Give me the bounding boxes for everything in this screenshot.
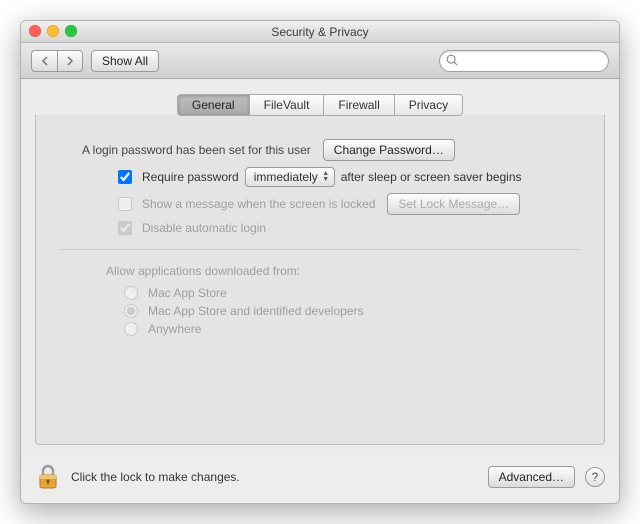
search-wrap bbox=[439, 50, 609, 72]
show-all-label: Show All bbox=[102, 54, 148, 68]
tab-firewall[interactable]: Firewall bbox=[323, 94, 394, 116]
content: General FileVault Firewall Privacy A log… bbox=[21, 79, 619, 455]
general-panel: A login password has been set for this u… bbox=[35, 115, 605, 445]
show-message-checkbox bbox=[118, 197, 132, 211]
advanced-label: Advanced… bbox=[499, 470, 564, 484]
tab-label: Firewall bbox=[338, 98, 379, 112]
gatekeeper-option-mas: Mac App Store bbox=[124, 286, 582, 300]
gatekeeper-radio-anywhere bbox=[124, 322, 138, 336]
tab-label: General bbox=[192, 98, 235, 112]
gatekeeper-section: Allow applications downloaded from: Mac … bbox=[106, 264, 582, 336]
chevron-right-icon bbox=[66, 56, 74, 66]
require-password-delay-select[interactable]: immediately ▲▼ bbox=[245, 167, 335, 187]
window-title: Security & Privacy bbox=[271, 25, 368, 39]
login-password-text: A login password has been set for this u… bbox=[82, 143, 311, 157]
forward-button[interactable] bbox=[57, 50, 83, 72]
require-password-post: after sleep or screen saver begins bbox=[341, 170, 522, 184]
tab-privacy[interactable]: Privacy bbox=[394, 94, 463, 116]
close-icon[interactable] bbox=[29, 25, 41, 37]
tab-bar: General FileVault Firewall Privacy bbox=[35, 94, 605, 116]
gatekeeper-option-label: Mac App Store and identified developers bbox=[148, 304, 363, 318]
set-lock-message-label: Set Lock Message… bbox=[398, 197, 509, 211]
change-password-button[interactable]: Change Password… bbox=[323, 139, 455, 161]
lock-text: Click the lock to make changes. bbox=[71, 470, 240, 484]
divider bbox=[58, 249, 582, 250]
search-icon bbox=[445, 53, 459, 67]
gatekeeper-option-label: Anywhere bbox=[148, 322, 201, 336]
disable-auto-login-label: Disable automatic login bbox=[142, 221, 266, 235]
select-arrows-icon: ▲▼ bbox=[321, 170, 331, 184]
chevron-left-icon bbox=[41, 56, 49, 66]
require-password-delay-value: immediately bbox=[254, 170, 318, 184]
search-input[interactable] bbox=[439, 50, 609, 72]
tab-label: Privacy bbox=[409, 98, 448, 112]
set-lock-message-button: Set Lock Message… bbox=[387, 193, 520, 215]
minimize-icon[interactable] bbox=[47, 25, 59, 37]
tab-general[interactable]: General bbox=[177, 94, 250, 116]
tab-label: FileVault bbox=[264, 98, 310, 112]
show-all-button[interactable]: Show All bbox=[91, 50, 159, 72]
change-password-label: Change Password… bbox=[334, 143, 444, 157]
footer: Click the lock to make changes. Advanced… bbox=[21, 455, 619, 503]
preferences-window: Security & Privacy Show All General File… bbox=[20, 20, 620, 504]
zoom-icon[interactable] bbox=[65, 25, 77, 37]
toolbar: Show All bbox=[21, 43, 619, 79]
advanced-button[interactable]: Advanced… bbox=[488, 466, 575, 488]
gatekeeper-radio-mas bbox=[124, 286, 138, 300]
lock-icon[interactable] bbox=[35, 463, 61, 491]
traffic-lights bbox=[29, 25, 77, 37]
titlebar: Security & Privacy bbox=[21, 21, 619, 43]
nav-segment bbox=[31, 50, 83, 72]
gatekeeper-radio-mas-identified bbox=[124, 304, 138, 318]
show-message-label: Show a message when the screen is locked bbox=[142, 197, 375, 211]
gatekeeper-option-label: Mac App Store bbox=[148, 286, 227, 300]
gatekeeper-option-mas-identified: Mac App Store and identified developers bbox=[124, 304, 582, 318]
back-button[interactable] bbox=[31, 50, 57, 72]
gatekeeper-title: Allow applications downloaded from: bbox=[106, 264, 582, 278]
question-mark-icon: ? bbox=[592, 470, 599, 484]
tab-filevault[interactable]: FileVault bbox=[249, 94, 325, 116]
disable-auto-login-checkbox bbox=[118, 221, 132, 235]
help-button[interactable]: ? bbox=[585, 467, 605, 487]
require-password-checkbox[interactable] bbox=[118, 170, 132, 184]
require-password-pre: Require password bbox=[142, 170, 239, 184]
gatekeeper-option-anywhere: Anywhere bbox=[124, 322, 582, 336]
